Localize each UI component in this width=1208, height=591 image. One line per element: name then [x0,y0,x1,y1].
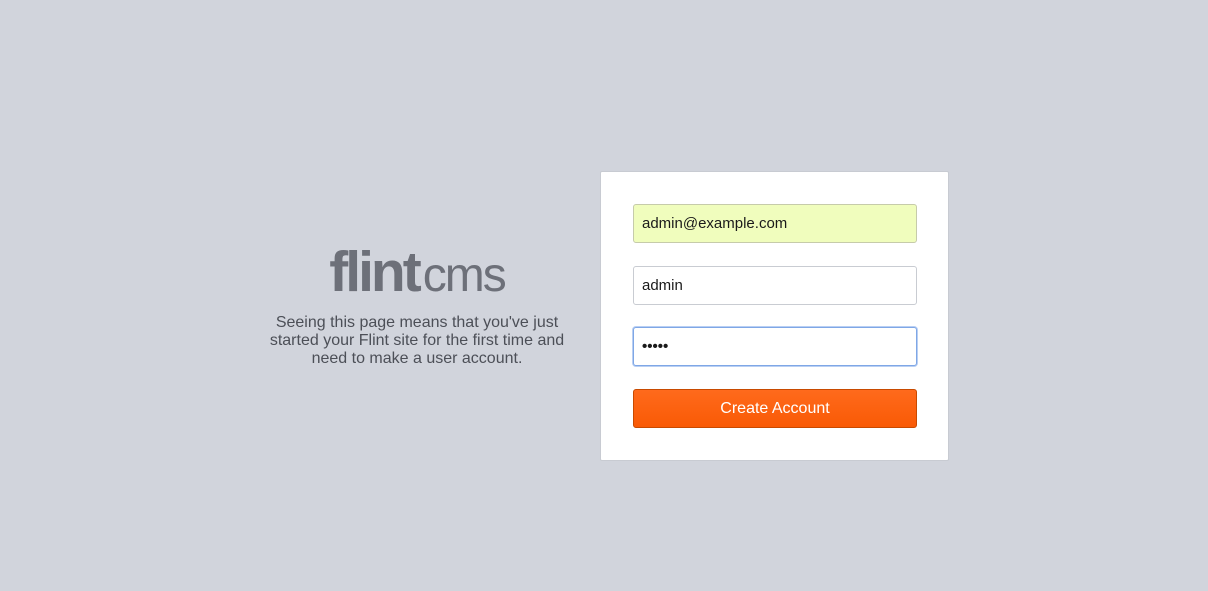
create-account-form: Create Account [600,171,949,461]
logo-bold-text: flint [329,240,421,304]
intro-panel: flintcms Seeing this page means that you… [262,244,572,368]
email-field[interactable] [633,204,917,243]
create-account-button[interactable]: Create Account [633,389,917,428]
password-field[interactable] [633,327,917,366]
logo-light-text: cms [422,249,507,302]
intro-description: Seeing this page means that you've just … [269,314,565,367]
username-field[interactable] [633,266,917,305]
flintcms-logo: flintcms [262,244,572,303]
